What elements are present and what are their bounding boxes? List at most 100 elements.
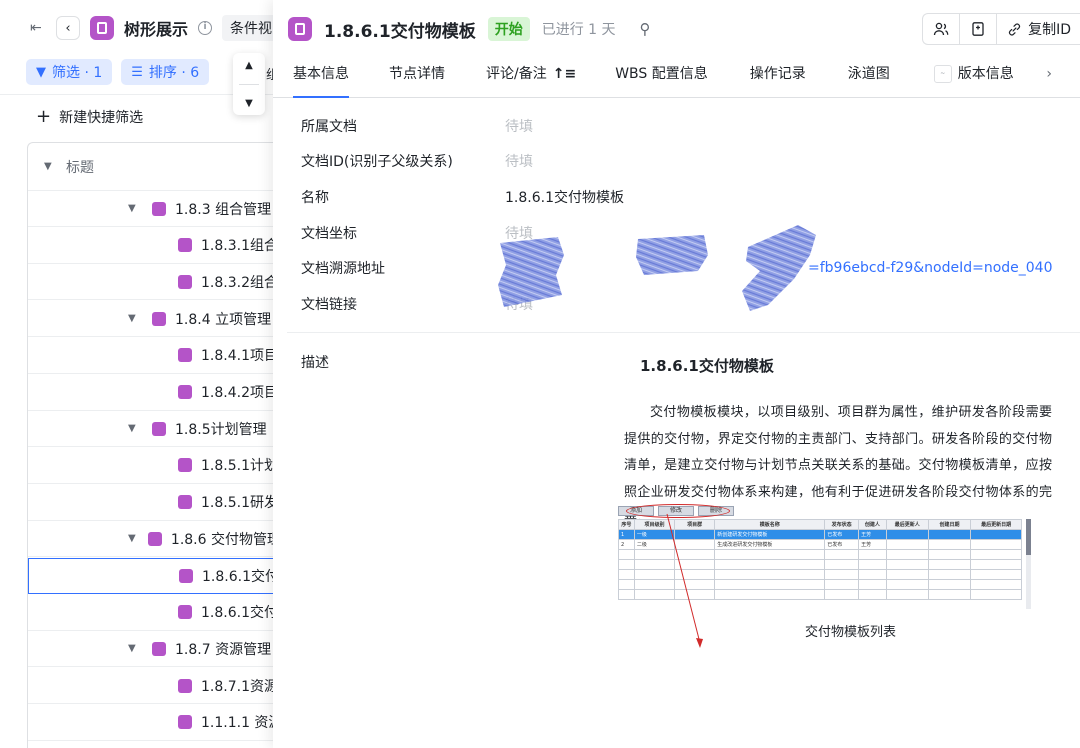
tree-row-label: 1.8.3.2组合 [201, 274, 278, 291]
chevron-right-icon[interactable]: › [1046, 66, 1052, 82]
field-value[interactable]: 待填 [505, 151, 533, 171]
tab-node-details[interactable]: 节点详情 [389, 58, 445, 98]
arrow-down-icon[interactable]: ▼ [245, 98, 253, 109]
mini-table-header-cell: 创建日期 [927, 519, 972, 530]
sort-button[interactable]: ☰ 排序 · 6 [121, 59, 210, 85]
mini-table-cell: 已发布 [824, 529, 860, 540]
tree-item-row[interactable]: 1.8.4.1项目立 [28, 338, 280, 374]
back-button[interactable]: ‹ [56, 16, 80, 40]
new-quick-filter-button[interactable]: + 新建快捷筛选 [36, 106, 143, 127]
tab-wbs-config[interactable]: WBS 配置信息 [615, 58, 708, 98]
item-type-icon [152, 201, 166, 216]
filter-icon: ▼ [36, 64, 46, 80]
bookmark-app-icon [288, 17, 312, 41]
tree-group-row[interactable]: ▼ 1.8.6 交付物管理 [28, 521, 280, 558]
caret-down-icon[interactable]: ▼ [44, 161, 56, 172]
embedded-screenshot: 添加 修改 删除 序号 项目级别 项目群 模板名称 发布状态 创建人 最后更新人 创建日期 最后… [618, 504, 1031, 614]
tree-table: ▼ 标题 ▼ 1.8.3 组合管理 1.8.3.1组合定 1.8.3.2组合 ▼ 1.8.… [27, 142, 280, 748]
item-type-icon [178, 238, 192, 253]
status-badge[interactable]: 开始 [487, 17, 530, 41]
field-label: 文档溯源地址 [301, 261, 385, 277]
tab-operation-log[interactable]: 操作记录 [750, 58, 806, 98]
redaction-scribble [498, 225, 816, 311]
item-type-icon [178, 348, 192, 363]
view-title: 树形展示 [124, 20, 189, 39]
tree-group-row[interactable]: ▼ 1.8.5计划管理 [28, 411, 280, 448]
sort-lines-icon: ↑≡ [552, 65, 577, 82]
filter-button[interactable]: ▼ 筛选 · 1 [26, 59, 113, 85]
tab-swimlane[interactable]: 泳道图 [848, 58, 890, 98]
item-type-icon [178, 715, 192, 730]
field-label: 文档ID(识别子父级关系) [301, 154, 453, 170]
field-value[interactable]: 1.8.6.1交付物模板 [505, 187, 624, 207]
detail-tabs: 基本信息 节点详情 评论/备注 ↑≡ WBS 配置信息 操作记录 泳道图 ~ 版本信… [273, 58, 1080, 98]
mini-table-row: 2 二级 生成改进研发交付物模板 已发布 王芳 [618, 539, 1022, 550]
condition-view-button[interactable]: 条件视 [222, 15, 281, 41]
field-row: 文档ID(识别子父级关系) 待填 [301, 143, 1061, 179]
tab-comments[interactable]: 评论/备注 ↑≡ [486, 58, 576, 98]
tree-item-row[interactable]: 1.1.1.1 资源过 [28, 705, 280, 741]
caret-down-icon[interactable]: ▼ [128, 533, 136, 544]
caret-down-icon[interactable]: ▼ [128, 203, 140, 214]
caret-down-icon[interactable]: ▼ [128, 313, 140, 324]
arrow-up-icon[interactable]: ▲ [245, 60, 253, 71]
copy-id-button[interactable]: 复制ID [997, 14, 1080, 44]
tab-basic-info[interactable]: 基本信息 [293, 58, 349, 98]
sort-label: 排序 · 6 [148, 65, 200, 81]
tree-item-row[interactable]: 1.8.3.1组合定 [28, 228, 280, 264]
mini-table-cell [885, 539, 929, 550]
tab-comments-label: 评论/备注 [486, 65, 547, 82]
filter-label: 筛选 · 1 [52, 65, 103, 81]
link-icon [1009, 22, 1021, 36]
tree-column-header[interactable]: ▼ 标题 [28, 143, 280, 191]
info-icon[interactable]: i [198, 21, 213, 35]
sort-order-popover: ▲ ▼ [233, 53, 265, 115]
mini-table-empty-row [618, 569, 1022, 580]
figure-caption: 交付物模板列表 [805, 625, 897, 640]
tree-row-label: 1.8.5计划管理 [175, 421, 267, 438]
tree-row-label: 1.8.5.1研发计 [201, 495, 280, 512]
tree-row-label: 1.8.3 组合管理 [175, 201, 272, 218]
mini-table-header: 序号 项目级别 项目群 模板名称 发布状态 创建人 最后更新人 创建日期 最后更新日期 [618, 519, 1022, 530]
mini-table-header-cell: 最后更新人 [885, 519, 929, 530]
mini-table-cell: 王芳 [858, 529, 887, 540]
elapsed-time: 已进行 1 天 [541, 22, 616, 38]
new-quick-filter-label: 新建快捷筛选 [59, 109, 144, 126]
template-list-table: 序号 项目级别 项目群 模板名称 发布状态 创建人 最后更新人 创建日期 最后更新日期 1 一级 新创… [618, 519, 1022, 600]
caret-down-icon[interactable]: ▼ [128, 643, 140, 654]
members-icon [933, 22, 949, 36]
tree-item-row[interactable]: 1.8.6.1交付物 [28, 558, 280, 594]
tree-group-row[interactable]: ▼ 1.8.3 组合管理 [28, 191, 280, 227]
tab-version-label: 版本信息 [957, 65, 1014, 82]
field-value[interactable]: =fb96ebcd-f29&nodeId=node_040 [808, 260, 1053, 276]
detail-panel: 1.8.6.1交付物模板 开始 已进行 1 天 ⚲ 复制ID 基本信息 节点详情… [273, 0, 1080, 748]
pin-icon[interactable]: ⚲ [640, 20, 651, 38]
tree-item-row[interactable]: 1.8.6.1交付物 [28, 595, 280, 631]
tree-group-row[interactable]: ▼ 1.8.7 资源管理 [28, 631, 280, 668]
members-button[interactable] [923, 14, 961, 44]
bookmark-button[interactable] [960, 14, 998, 44]
caret-down-icon[interactable]: ▼ [128, 423, 140, 434]
tree-item-row[interactable]: 1.8.3.2组合 [28, 264, 280, 301]
section-divider [287, 332, 1080, 333]
tree-item-row[interactable]: 1.8.7.1资源位 [28, 668, 280, 705]
field-row: 所属文档 待填 [301, 108, 1061, 144]
tree-group-row[interactable]: ▼ 1.8.4 立项管理 [28, 301, 280, 338]
field-value[interactable]: 待填 [505, 116, 533, 136]
mini-table-cell: 1 [618, 529, 635, 540]
mini-table-cell [970, 539, 1022, 550]
tree-collapse-icon[interactable]: ⇤ [30, 20, 46, 36]
tree-row-label: 1.8.7.1资源位 [201, 678, 280, 695]
mini-table-cell [927, 529, 972, 540]
tree-row-label: 1.8.7 资源管理 [175, 641, 272, 658]
view-header: ⇤ ‹ 树形展示 i 条件视 [0, 0, 281, 56]
mini-table-header-cell: 创建人 [858, 519, 887, 530]
tree-row-label: 1.8.6.1交付物 [202, 569, 280, 585]
mini-table-header-cell: 发布状态 [824, 519, 860, 530]
tree-item-row[interactable]: 1.8.5.1计划模 [28, 448, 280, 484]
tab-version-info[interactable]: ~ 版本信息 [933, 58, 1014, 98]
tree-item-row[interactable]: 1.8.5.1研发计 [28, 485, 280, 521]
version-app-icon: ~ [933, 64, 952, 83]
mini-table-cell [674, 529, 716, 540]
tree-item-row[interactable]: 1.8.4.2项目 [28, 375, 280, 411]
